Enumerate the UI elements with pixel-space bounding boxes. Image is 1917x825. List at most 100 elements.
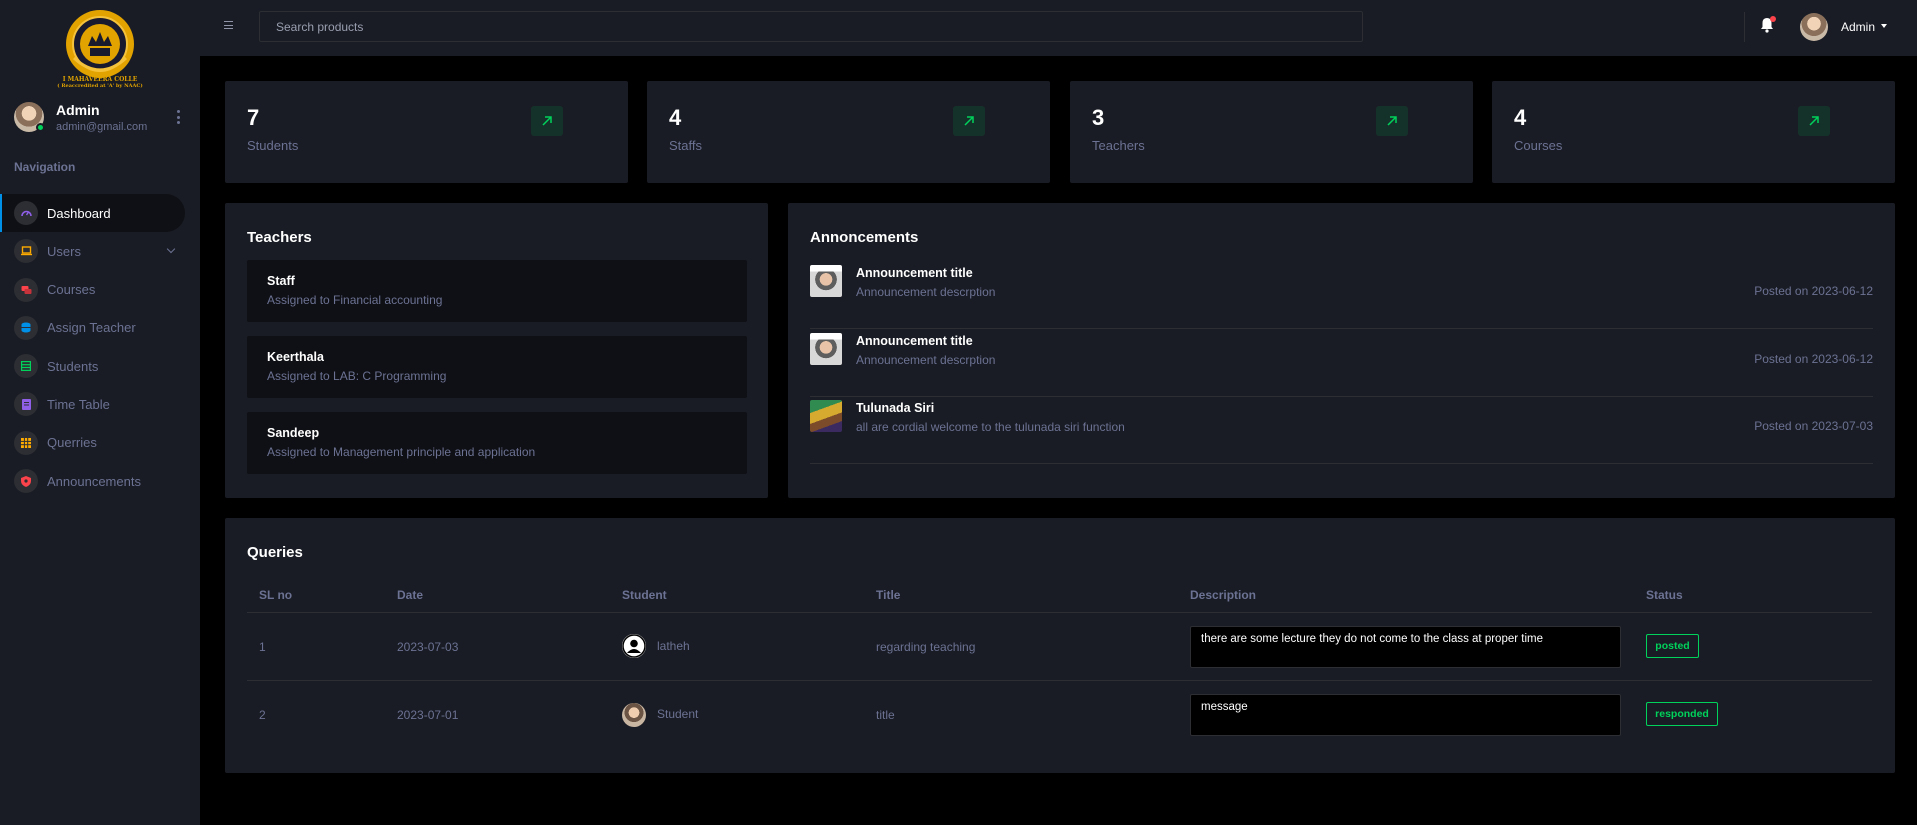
queries-card: Queries	[225, 518, 1895, 773]
announcement-date: Posted on 2023-06-12	[1754, 352, 1873, 366]
divider	[1744, 12, 1745, 42]
profile-email: admin@gmail.com	[56, 120, 148, 133]
announcement-thumbnail	[810, 333, 842, 365]
chat-icon	[14, 277, 38, 302]
status-badge: posted	[1646, 634, 1699, 658]
teacher-name: Staff	[267, 274, 295, 288]
cell-sl: 1	[259, 640, 266, 654]
announcement-item[interactable]: Tulunada Siri all are cordial welcome to…	[810, 396, 1873, 464]
column-header: Student	[622, 588, 667, 602]
column-header: SL no	[259, 588, 293, 602]
chevron-down-icon	[166, 245, 176, 254]
announcement-date: Posted on 2023-07-03	[1754, 419, 1873, 433]
description-field[interactable]: message	[1190, 694, 1621, 736]
announcement-title: Announcement title	[856, 266, 973, 280]
teacher-assignment: Assigned to Management principle and app…	[267, 445, 536, 459]
speedometer-icon	[14, 201, 38, 225]
stat-label: Staffs	[669, 138, 703, 153]
card-title: Queries	[247, 544, 303, 561]
arrow-top-right-icon	[1376, 106, 1408, 136]
announcement-item[interactable]: Announcement title Announcement descrpti…	[810, 261, 1873, 329]
card-title: Annoncements	[810, 229, 919, 246]
avatar	[622, 703, 646, 727]
announcement-thumbnail	[810, 265, 842, 297]
stat-card-staffs: 4 Staffs	[647, 81, 1050, 183]
sidebar-item-label: Users	[47, 243, 81, 259]
stat-card-courses: 4 Courses	[1492, 81, 1895, 183]
brand: I MAHAVEERA COLLE ( Reaccredited at 'A' …	[0, 0, 200, 92]
sidebar-item-label: Assign Teacher	[47, 320, 136, 336]
stat-value: 3	[1092, 105, 1105, 130]
column-header: Description	[1190, 588, 1257, 602]
laptop-icon	[14, 239, 38, 264]
sidebar-item-courses[interactable]: Courses	[0, 271, 200, 309]
table-icon	[14, 354, 38, 379]
stat-value: 4	[669, 105, 682, 130]
sidebar-item-time-table[interactable]: Time Table	[0, 385, 200, 423]
sidebar-item-label: Announcements	[47, 473, 141, 489]
topbar-avatar[interactable]	[1800, 13, 1828, 41]
menu-icon[interactable]	[224, 21, 233, 29]
teacher-item[interactable]: Keerthala Assigned to LAB: C Programming	[247, 336, 747, 398]
topbar: Admin	[200, 0, 1917, 56]
announcement-description: all are cordial welcome to the tulunada …	[856, 420, 1125, 434]
teacher-name: Keerthala	[267, 350, 324, 364]
announcements-card: Annoncements Announcement title Announce…	[788, 203, 1895, 498]
divider	[247, 680, 1872, 681]
nav-category: Navigation	[14, 160, 76, 174]
sidebar-item-users[interactable]: Users	[0, 232, 200, 270]
sidebar-item-announcements[interactable]: Announcements	[0, 462, 200, 500]
sidebar-item-querries[interactable]: Querries	[0, 424, 200, 462]
cell-student: latheh	[657, 639, 690, 653]
cell-title: regarding teaching	[876, 640, 976, 654]
stat-value: 7	[247, 105, 260, 130]
announcement-title: Announcement title	[856, 334, 973, 348]
arrow-top-right-icon	[953, 106, 985, 136]
profile: Admin admin@gmail.com	[0, 92, 200, 142]
description-field[interactable]: there are some lecture they do not come …	[1190, 626, 1621, 668]
teacher-item[interactable]: Sandeep Assigned to Management principle…	[247, 412, 747, 474]
teachers-card: Teachers Staff Assigned to Financial acc…	[225, 203, 768, 498]
grid-icon	[14, 430, 38, 455]
sidebar: I MAHAVEERA COLLE ( Reaccredited at 'A' …	[0, 0, 200, 825]
topbar-user-name[interactable]: Admin	[1841, 20, 1875, 34]
notification-dot	[1770, 16, 1776, 22]
avatar[interactable]	[14, 102, 45, 132]
sidebar-item-label: Querries	[47, 435, 97, 451]
document-icon	[14, 392, 38, 417]
stat-card-teachers: 3 Teachers	[1070, 81, 1473, 183]
search-input[interactable]	[259, 11, 1363, 42]
cell-date: 2023-07-03	[397, 640, 459, 654]
column-header: Title	[876, 588, 901, 602]
column-header: Status	[1646, 588, 1683, 602]
announcement-date: Posted on 2023-06-12	[1754, 284, 1873, 298]
sidebar-item-dashboard[interactable]: Dashboard	[0, 194, 185, 232]
arrow-top-right-icon	[1798, 106, 1830, 136]
user-icon	[622, 634, 646, 658]
announcement-item[interactable]: Announcement title Announcement descrpti…	[810, 329, 1873, 397]
teacher-assignment: Assigned to LAB: C Programming	[267, 369, 447, 383]
college-logo[interactable]: I MAHAVEERA COLLE ( Reaccredited at 'A' …	[54, 8, 146, 92]
more-vertical-icon[interactable]	[176, 110, 180, 124]
sidebar-item-label: Courses	[47, 282, 96, 298]
logo-text: I MAHAVEERA COLLE ( Reaccredited at 'A' …	[57, 76, 143, 89]
caret-down-icon[interactable]	[1881, 24, 1887, 28]
announcement-description: Announcement descrption	[856, 353, 996, 367]
card-title: Teachers	[247, 229, 312, 246]
arrow-top-right-icon	[531, 106, 563, 136]
sidebar-item-label: Time Table	[47, 396, 110, 412]
sidebar-item-students[interactable]: Students	[0, 347, 200, 385]
profile-name: Admin	[56, 101, 100, 118]
stat-value: 4	[1514, 105, 1527, 130]
stat-label: Courses	[1514, 138, 1563, 153]
database-icon	[14, 315, 38, 340]
cell-sl: 2	[259, 708, 266, 722]
sidebar-item-label: Students	[47, 358, 99, 374]
status-badge: responded	[1646, 702, 1718, 726]
teacher-item[interactable]: Staff Assigned to Financial accounting	[247, 260, 747, 322]
announcement-title: Tulunada Siri	[856, 401, 935, 415]
online-status-dot	[36, 123, 45, 132]
sidebar-item-assign-teacher[interactable]: Assign Teacher	[0, 309, 200, 347]
profile-info: Admin admin@gmail.com	[56, 102, 147, 133]
nav-list: Dashboard Users Courses Assign Teacher S…	[0, 194, 200, 500]
